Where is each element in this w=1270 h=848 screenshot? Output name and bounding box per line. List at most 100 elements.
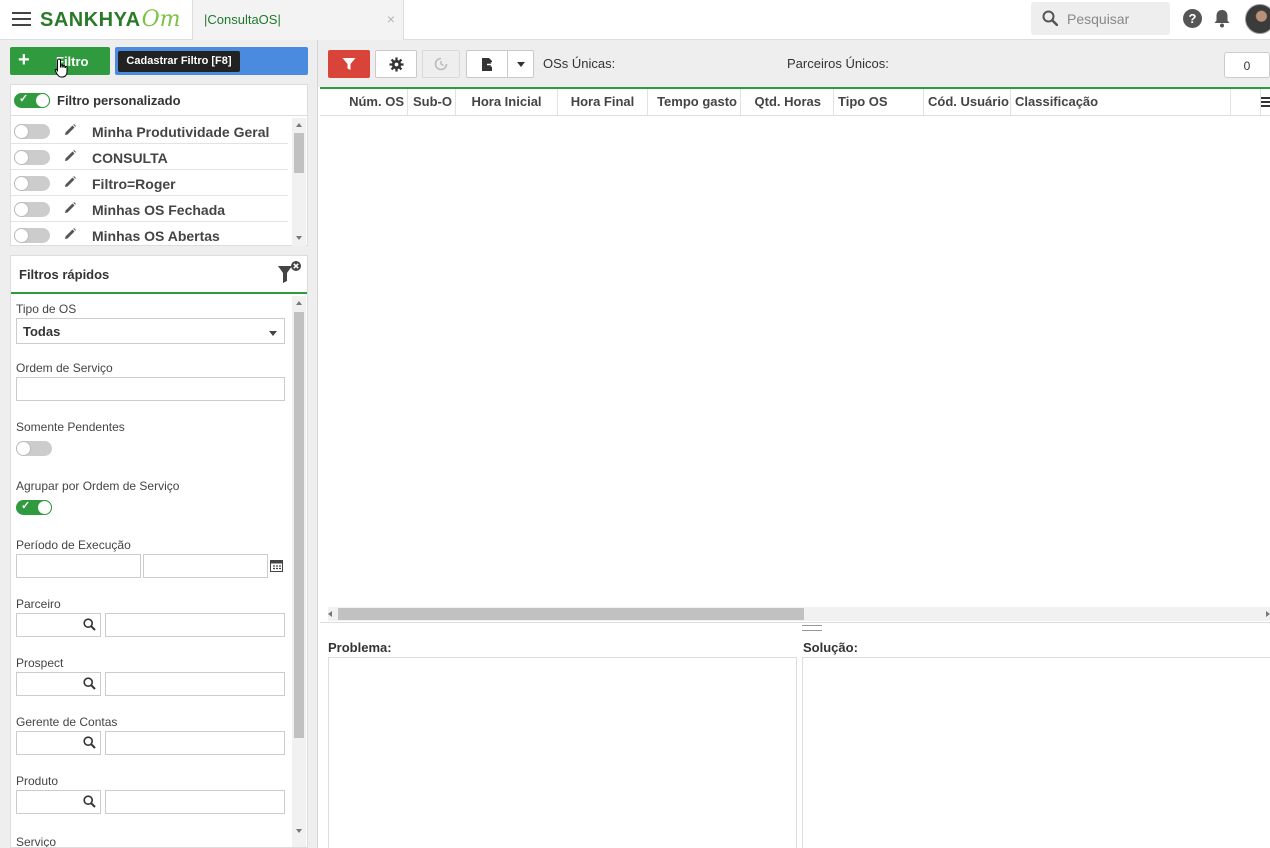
gerente-code-input[interactable] xyxy=(16,731,101,755)
gerente-name-input[interactable] xyxy=(105,731,285,755)
column-header-spacer xyxy=(1231,89,1261,115)
column-menu-icon[interactable] xyxy=(1261,95,1270,110)
left-panel: + Filtro Cadastrar Filtro [F8] ✓ Filtro … xyxy=(0,40,318,848)
search-box xyxy=(1031,2,1170,35)
list-item[interactable]: Minhas OS Fechada xyxy=(11,196,288,222)
column-header[interactable]: Classificação xyxy=(1011,89,1231,115)
pencil-icon[interactable] xyxy=(63,175,77,192)
column-header[interactable]: Tipo OS xyxy=(834,89,924,115)
tooltip-cadastrar-filtro: Cadastrar Filtro [F8] xyxy=(118,51,240,72)
filter-toggle[interactable] xyxy=(14,124,50,139)
refresh-button[interactable] xyxy=(422,50,460,78)
column-header[interactable]: Sub-O xyxy=(408,89,456,115)
filter-list-scrollbar[interactable] xyxy=(292,118,306,246)
problema-label: Problema: xyxy=(328,640,392,655)
column-header[interactable]: Cód. Usuário xyxy=(924,89,1011,115)
agrupar-toggle[interactable]: ✓ xyxy=(16,500,52,515)
search-icon[interactable] xyxy=(83,618,96,634)
prospect-label: Prospect xyxy=(16,656,64,670)
periodo-end-input[interactable] xyxy=(143,554,268,578)
parceiros-unicos-label: Parceiros Únicos: xyxy=(787,56,889,71)
scroll-up-icon[interactable] xyxy=(296,301,302,305)
column-header[interactable]: Tempo gasto xyxy=(648,89,741,115)
column-header[interactable]: Núm. OS xyxy=(320,89,408,115)
filter-toggle[interactable] xyxy=(14,228,50,243)
ordem-servico-input[interactable] xyxy=(16,377,285,401)
gear-icon xyxy=(389,57,404,72)
search-icon[interactable] xyxy=(83,795,96,811)
pencil-icon[interactable] xyxy=(63,201,77,218)
search-input[interactable] xyxy=(1067,9,1165,29)
pencil-icon[interactable] xyxy=(63,227,77,244)
scroll-right-icon[interactable] xyxy=(1266,611,1270,617)
avatar[interactable] xyxy=(1245,4,1270,34)
somente-pendentes-toggle[interactable] xyxy=(16,441,52,456)
quick-filters-scrollbar[interactable] xyxy=(292,296,306,847)
search-icon[interactable] xyxy=(1042,10,1059,29)
column-header[interactable]: Hora Final xyxy=(558,89,648,115)
produto-name-input[interactable] xyxy=(105,790,285,814)
list-item[interactable]: Minha Produtividade Geral xyxy=(11,118,288,144)
brand-logo: SANKHYA Om xyxy=(40,6,180,34)
drag-handle-icon[interactable] xyxy=(802,625,822,631)
custom-filter-toggle[interactable]: ✓ xyxy=(14,93,50,108)
problema-panel: Problema: xyxy=(320,632,797,848)
settings-button[interactable] xyxy=(375,50,417,78)
tipo-os-label: Tipo de OS xyxy=(16,302,77,316)
filter-toggle-button[interactable] xyxy=(328,50,370,78)
search-icon[interactable] xyxy=(83,677,96,693)
scroll-down-icon[interactable] xyxy=(296,236,302,240)
split-divider xyxy=(507,51,508,77)
list-item[interactable]: CONSULTA xyxy=(11,144,288,170)
filter-toggle[interactable] xyxy=(14,202,50,217)
search-icon[interactable] xyxy=(83,736,96,752)
prospect-name-input[interactable] xyxy=(105,672,285,696)
solucao-textarea[interactable] xyxy=(802,657,1270,848)
parceiro-name-input[interactable] xyxy=(105,613,285,637)
produto-code-input[interactable] xyxy=(16,790,101,814)
somente-pendentes-label: Somente Pendentes xyxy=(16,420,125,434)
close-icon[interactable]: × xyxy=(387,11,395,27)
scroll-thumb[interactable] xyxy=(294,312,304,738)
scroll-down-icon[interactable] xyxy=(296,829,302,833)
list-item[interactable]: Minhas OS Abertas xyxy=(11,222,288,248)
filter-toggle[interactable] xyxy=(14,150,50,165)
tab-label: |ConsultaOS| xyxy=(204,12,281,27)
column-header[interactable]: Hora Inicial xyxy=(456,89,558,115)
parceiro-label: Parceiro xyxy=(16,597,61,611)
filter-toggle[interactable] xyxy=(14,176,50,191)
problema-textarea[interactable] xyxy=(328,657,797,848)
scroll-thumb[interactable] xyxy=(338,608,804,620)
help-icon[interactable]: ? xyxy=(1183,9,1202,28)
parceiro-code-input[interactable] xyxy=(16,613,101,637)
ordem-servico-label: Ordem de Serviço xyxy=(16,361,113,375)
clear-filter-icon[interactable] xyxy=(277,260,301,289)
chevron-down-icon[interactable] xyxy=(517,62,525,67)
prospect-code-input[interactable] xyxy=(16,672,101,696)
menu-icon[interactable] xyxy=(12,12,31,27)
grid-horizontal-scrollbar[interactable] xyxy=(328,607,1270,621)
pencil-icon[interactable] xyxy=(63,123,77,140)
funnel-icon xyxy=(342,58,356,70)
scroll-up-icon[interactable] xyxy=(296,123,302,127)
list-item[interactable]: Filtro=Roger xyxy=(11,170,288,196)
panel-splitter[interactable] xyxy=(320,622,1270,632)
quick-filters-panel: Filtros rápidos Tipo de OS Todas Ordem d… xyxy=(10,255,308,848)
tipo-os-value: Todas xyxy=(23,324,61,339)
filter-name: Minhas OS Fechada xyxy=(92,202,226,218)
pencil-icon[interactable] xyxy=(63,149,77,166)
os-grid: Núm. OS Sub-O Hora Inicial Hora Final Te… xyxy=(320,87,1270,622)
brand-name: SANKHYA xyxy=(40,9,141,31)
periodo-start-input[interactable] xyxy=(16,554,141,578)
export-button[interactable] xyxy=(466,50,534,78)
grid-header: Núm. OS Sub-O Hora Inicial Hora Final Te… xyxy=(320,89,1270,116)
bell-icon[interactable] xyxy=(1213,9,1231,31)
calendar-icon[interactable] xyxy=(270,559,283,575)
tipo-os-select[interactable]: Todas xyxy=(16,318,285,344)
column-header[interactable]: Qtd. Horas xyxy=(741,89,834,115)
tab-consulta-os[interactable]: |ConsultaOS| × xyxy=(192,0,404,40)
export-icon xyxy=(482,58,495,71)
custom-filter-row: ✓ Filtro personalizado xyxy=(11,85,307,116)
scroll-left-icon[interactable] xyxy=(328,611,332,617)
scroll-thumb[interactable] xyxy=(294,133,304,173)
